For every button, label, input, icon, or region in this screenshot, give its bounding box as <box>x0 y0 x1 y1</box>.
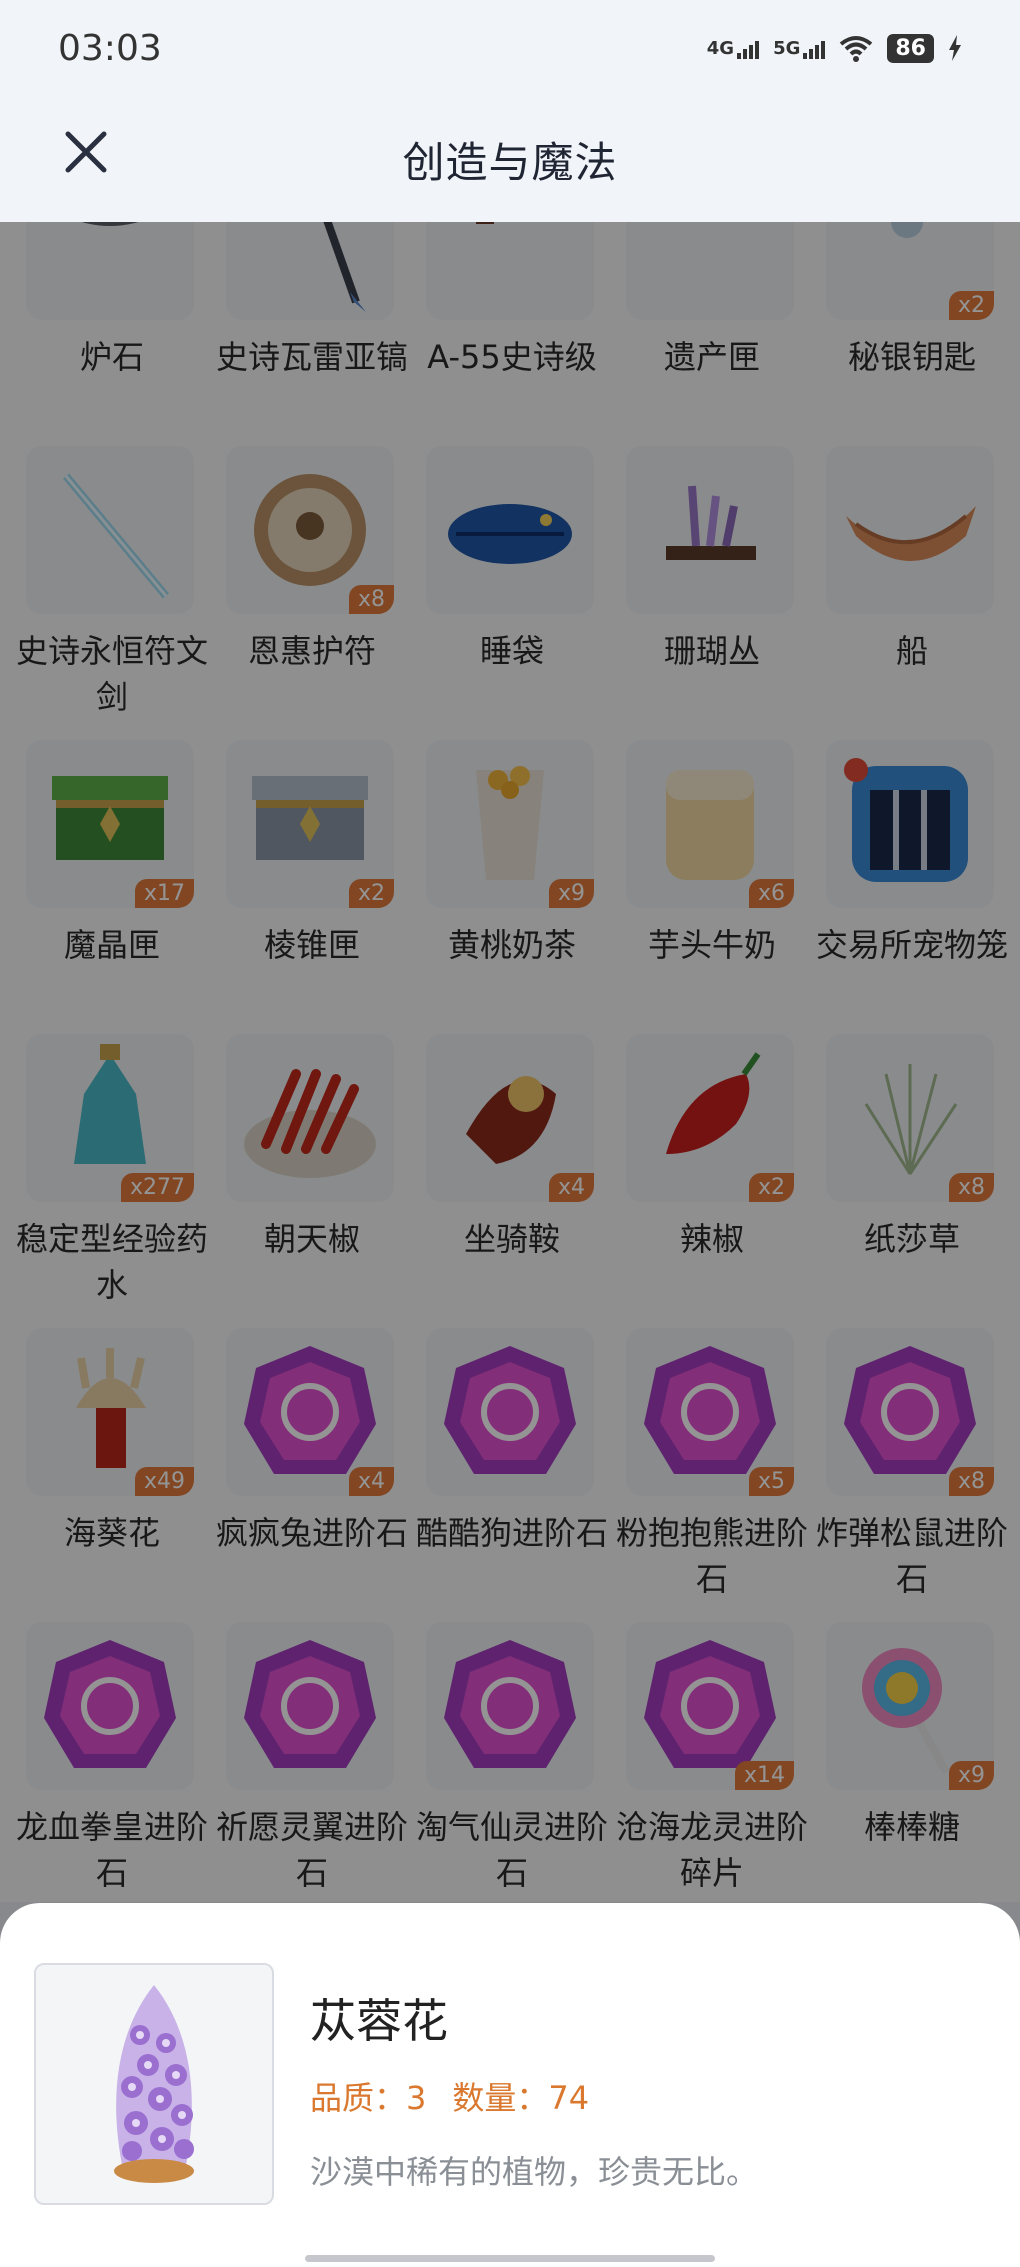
status-bar: 03:03 4G 5G 86 <box>0 0 1020 96</box>
signal-4g-icon: 4G <box>706 37 760 59</box>
cistanche-flower-icon <box>114 1985 194 2183</box>
detail-item-name: 苁蓉花 <box>310 1994 448 2048</box>
signal-5g-icon: 5G <box>773 37 826 59</box>
detail-quantity: 数量：74 <box>452 2079 590 2117</box>
network-label-4g: 4G <box>706 37 735 59</box>
close-icon <box>65 131 107 173</box>
detail-item-image <box>34 1963 274 2205</box>
detail-stats: 品质：3 数量：74 <box>310 2073 589 2119</box>
battery-icon: 86 <box>887 33 934 63</box>
item-detail-sheet: 苁蓉花 品质：3 数量：74 沙漠中稀有的植物，珍贵无比。 <box>0 1903 1020 2267</box>
status-time: 03:03 <box>58 27 162 69</box>
page-header: 创造与魔法 <box>0 96 1020 222</box>
detail-quality: 品质：3 <box>310 2079 427 2117</box>
home-indicator[interactable] <box>305 2255 715 2262</box>
wifi-icon <box>840 36 873 62</box>
network-label-5g: 5G <box>773 37 801 59</box>
status-icons: 4G 5G 86 <box>706 33 962 63</box>
close-button[interactable] <box>56 122 116 182</box>
detail-description: 沙漠中稀有的植物，珍贵无比。 <box>310 2153 759 2191</box>
page-title: 创造与魔法 <box>402 137 618 187</box>
charging-icon <box>949 35 961 61</box>
